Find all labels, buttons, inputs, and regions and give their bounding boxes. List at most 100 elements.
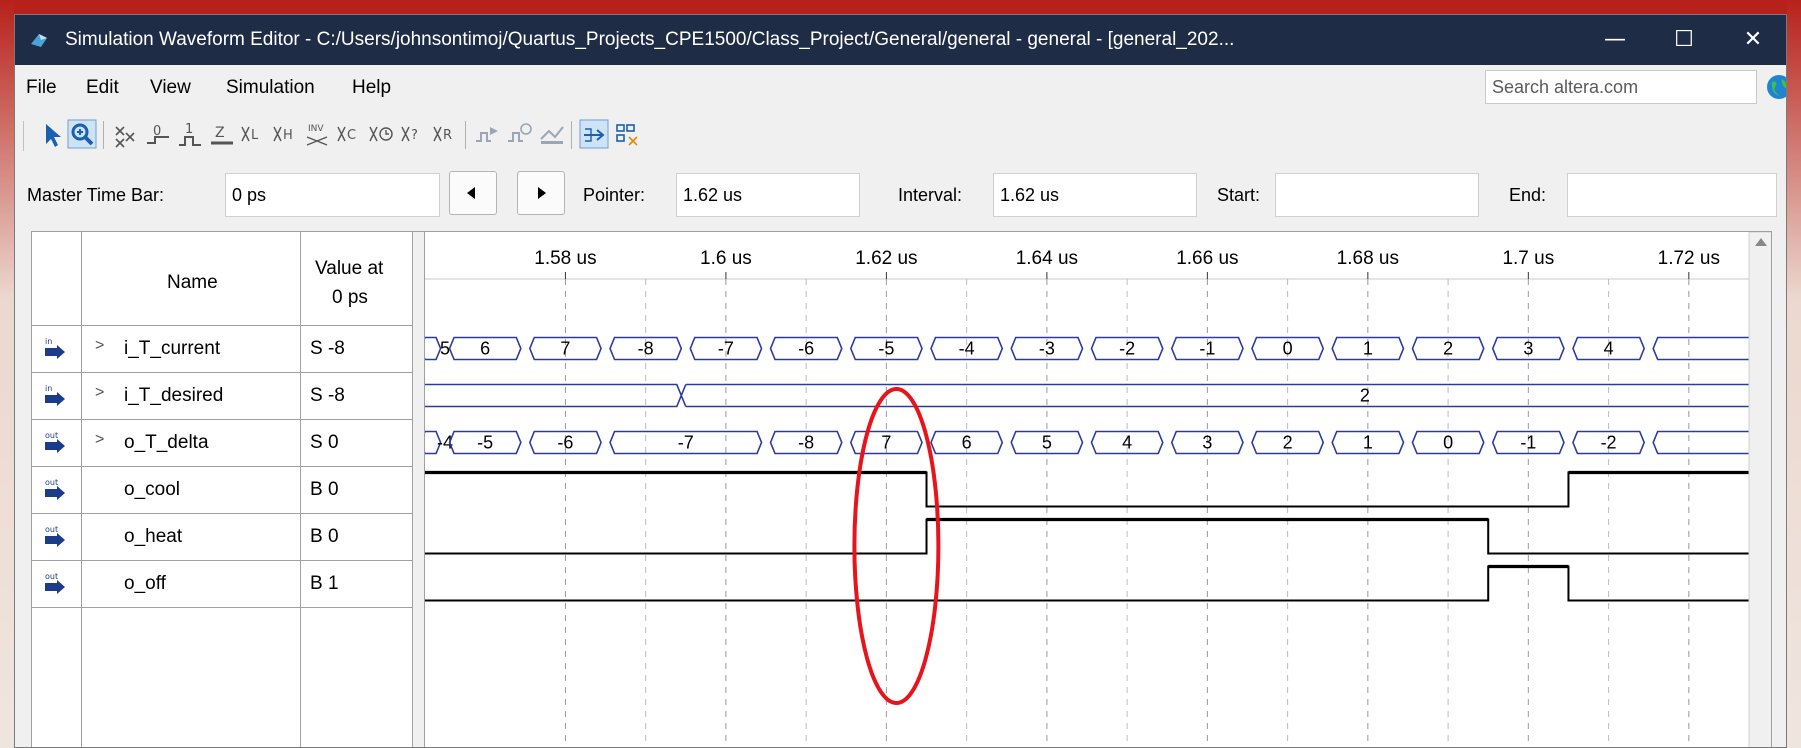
table-column-divider <box>81 232 82 747</box>
svg-text:out: out <box>45 478 58 487</box>
toolbar-separator <box>103 121 104 149</box>
table-column-divider <box>300 232 301 747</box>
bus-value-label: 2 <box>1283 433 1293 453</box>
bus-segment <box>1652 336 1755 361</box>
high-impedance-icon[interactable]: Z <box>207 117 237 151</box>
search-input[interactable]: Search altera.com <box>1485 70 1757 104</box>
name-column-header[interactable]: Name <box>167 272 218 294</box>
arbitrary-value-icon[interactable]: R <box>431 117 461 151</box>
signal-name[interactable]: o_T_delta <box>124 432 209 454</box>
bit-waveform <box>425 471 1749 508</box>
toolbar-separator <box>571 121 572 149</box>
menu-help[interactable]: Help <box>352 77 391 99</box>
signal-table: Name Value at 0 ps in > i_T_current S -8 in >… <box>32 232 412 747</box>
time-tick-label: 1.6 us <box>700 248 752 269</box>
svg-text:L: L <box>251 128 259 143</box>
pointer-field[interactable]: 1.62 us <box>676 173 860 217</box>
interval-label: Interval: <box>898 185 963 205</box>
pane-splitter[interactable] <box>412 232 425 747</box>
signal-value: S -8 <box>310 385 345 406</box>
toolbar-separator <box>465 121 466 149</box>
uninitialized-icon[interactable] <box>111 117 141 151</box>
bus-segment <box>425 383 687 408</box>
end-field[interactable] <box>1567 173 1777 217</box>
minimize-button[interactable]: — <box>1580 15 1650 65</box>
close-button[interactable]: ✕ <box>1718 15 1786 65</box>
signal-value: S 0 <box>310 432 339 453</box>
signal-name[interactable]: o_off <box>124 573 166 595</box>
time-tick-label: 1.66 us <box>1176 248 1238 269</box>
vertical-scrollbar[interactable] <box>1748 232 1772 748</box>
weak-low-icon[interactable]: L <box>239 117 269 151</box>
time-tick-label: 1.72 us <box>1658 248 1720 269</box>
bus-value-label: 1 <box>1363 433 1373 453</box>
pointer-label: Pointer: <box>583 185 646 205</box>
interval-field[interactable]: 1.62 us <box>993 173 1197 217</box>
master-time-bar-field[interactable]: 0 ps <box>225 173 440 217</box>
menu-simulation[interactable]: Simulation <box>226 77 315 99</box>
count-value-icon[interactable]: C <box>335 117 365 151</box>
master-time-bar-label: Master Time Bar: <box>27 185 165 205</box>
previous-transition-button[interactable] <box>449 171 497 215</box>
forcing-low-icon[interactable]: 0 <box>143 117 173 151</box>
maximize-button[interactable]: ☐ <box>1649 15 1719 65</box>
weak-high-icon[interactable]: H <box>271 117 301 151</box>
waveform-area[interactable]: 1.58 us 1.6 us 1.62 us 1.64 us 1.66 us 1.68 u… <box>425 232 1772 748</box>
output-pin-icon: out <box>45 478 65 500</box>
menu-file[interactable]: File <box>26 77 57 99</box>
snap-to-grid-icon[interactable] <box>579 117 609 151</box>
invert-icon[interactable]: INV <box>303 117 333 151</box>
end-label: End: <box>1509 185 1547 205</box>
expand-chevron-icon[interactable]: > <box>95 431 104 449</box>
clock-icon[interactable] <box>367 117 397 151</box>
run-timing-icon[interactable] <box>505 117 535 151</box>
value-column-header-time: 0 ps <box>332 287 368 308</box>
forcing-high-icon[interactable]: 1 <box>175 117 205 151</box>
background-left <box>0 0 14 748</box>
zoom-icon[interactable] <box>67 117 97 151</box>
signal-name[interactable]: i_T_current <box>124 338 220 360</box>
svg-text:out: out <box>45 525 58 534</box>
bus-value-label: -5 <box>878 339 894 359</box>
bus-value-label: -7 <box>678 433 694 453</box>
bus-value-label: 3 <box>1523 339 1533 359</box>
simulation-report-icon[interactable] <box>537 117 567 151</box>
table-row-divider <box>32 607 412 608</box>
arrow-select-icon[interactable] <box>37 117 67 151</box>
table-row-divider <box>32 325 412 326</box>
bus-value-label: -1 <box>1520 433 1536 453</box>
expand-chevron-icon[interactable]: > <box>95 337 104 355</box>
globe-icon[interactable] <box>1766 74 1787 100</box>
menu-view[interactable]: View <box>150 77 191 99</box>
input-pin-icon: in <box>45 384 65 406</box>
time-tick-label: 1.62 us <box>855 248 917 269</box>
run-functional-icon[interactable] <box>473 117 503 151</box>
expand-chevron-icon[interactable]: > <box>95 384 104 402</box>
start-field[interactable] <box>1275 173 1479 217</box>
background-top-band <box>0 0 1801 14</box>
bus-value-label: 0 <box>1443 433 1453 453</box>
signal-name[interactable]: i_T_desired <box>124 385 223 407</box>
waveform-canvas[interactable]: 1.58 us 1.6 us 1.62 us 1.64 us 1.66 us 1.68 u… <box>425 232 1772 748</box>
bus-value-label: -4 <box>959 339 975 359</box>
menu-edit[interactable]: Edit <box>86 77 119 99</box>
table-row-divider <box>32 372 412 373</box>
bus-value-label: 4 <box>1604 339 1614 359</box>
bus-value-label: -4 <box>437 433 453 453</box>
title-bar: Simulation Waveform Editor - C:/Users/jo… <box>15 15 1786 65</box>
toolbar-grip <box>23 121 24 151</box>
svg-text:out: out <box>45 572 58 581</box>
background-right <box>1787 0 1801 748</box>
svg-text:C: C <box>347 128 356 143</box>
bus-value-label: -3 <box>1039 339 1055 359</box>
svg-text:H: H <box>283 128 293 143</box>
random-value-icon[interactable]: ? <box>399 117 429 151</box>
output-pin-icon: out <box>45 525 65 547</box>
value-column-header[interactable]: Value at <box>315 258 383 280</box>
signal-name[interactable]: o_cool <box>124 479 180 501</box>
svg-text:Z: Z <box>215 125 225 141</box>
sort-icon[interactable] <box>613 117 643 151</box>
next-transition-button[interactable] <box>517 171 565 215</box>
bus-value-label: 3 <box>1202 433 1212 453</box>
signal-name[interactable]: o_heat <box>124 526 182 548</box>
